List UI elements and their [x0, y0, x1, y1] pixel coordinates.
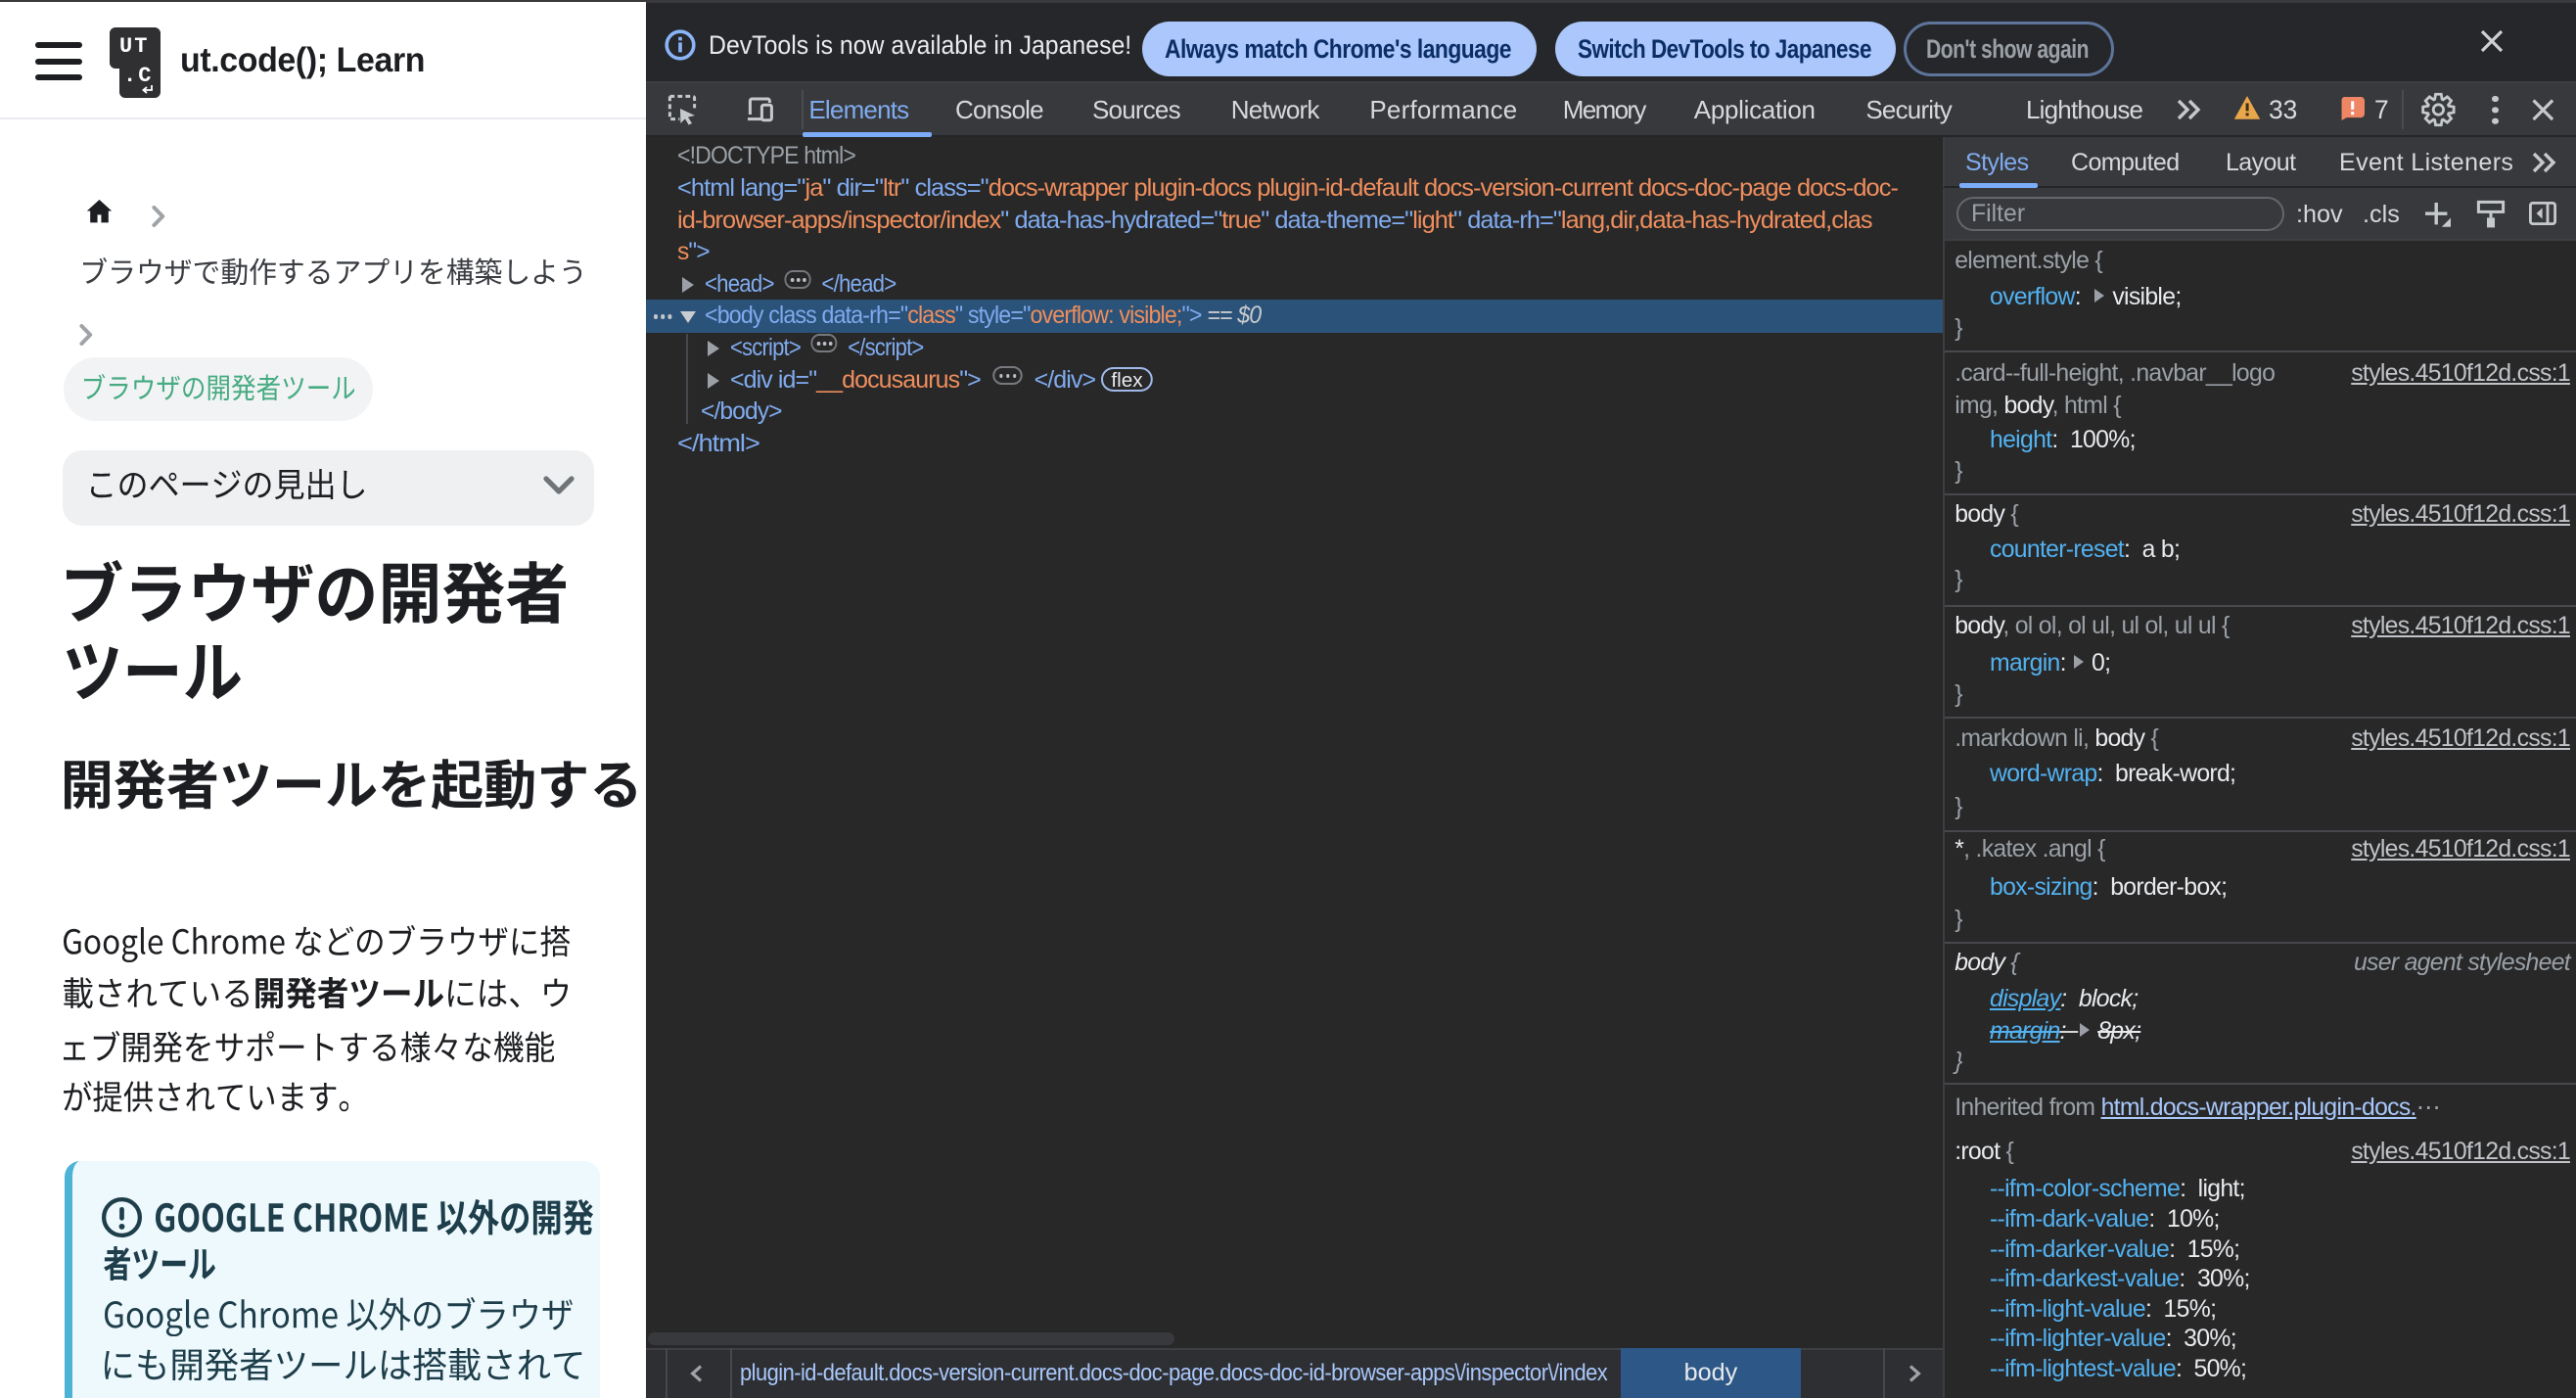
- svg-text:.C: .C: [123, 64, 153, 88]
- svg-text:UT: UT: [119, 34, 149, 59]
